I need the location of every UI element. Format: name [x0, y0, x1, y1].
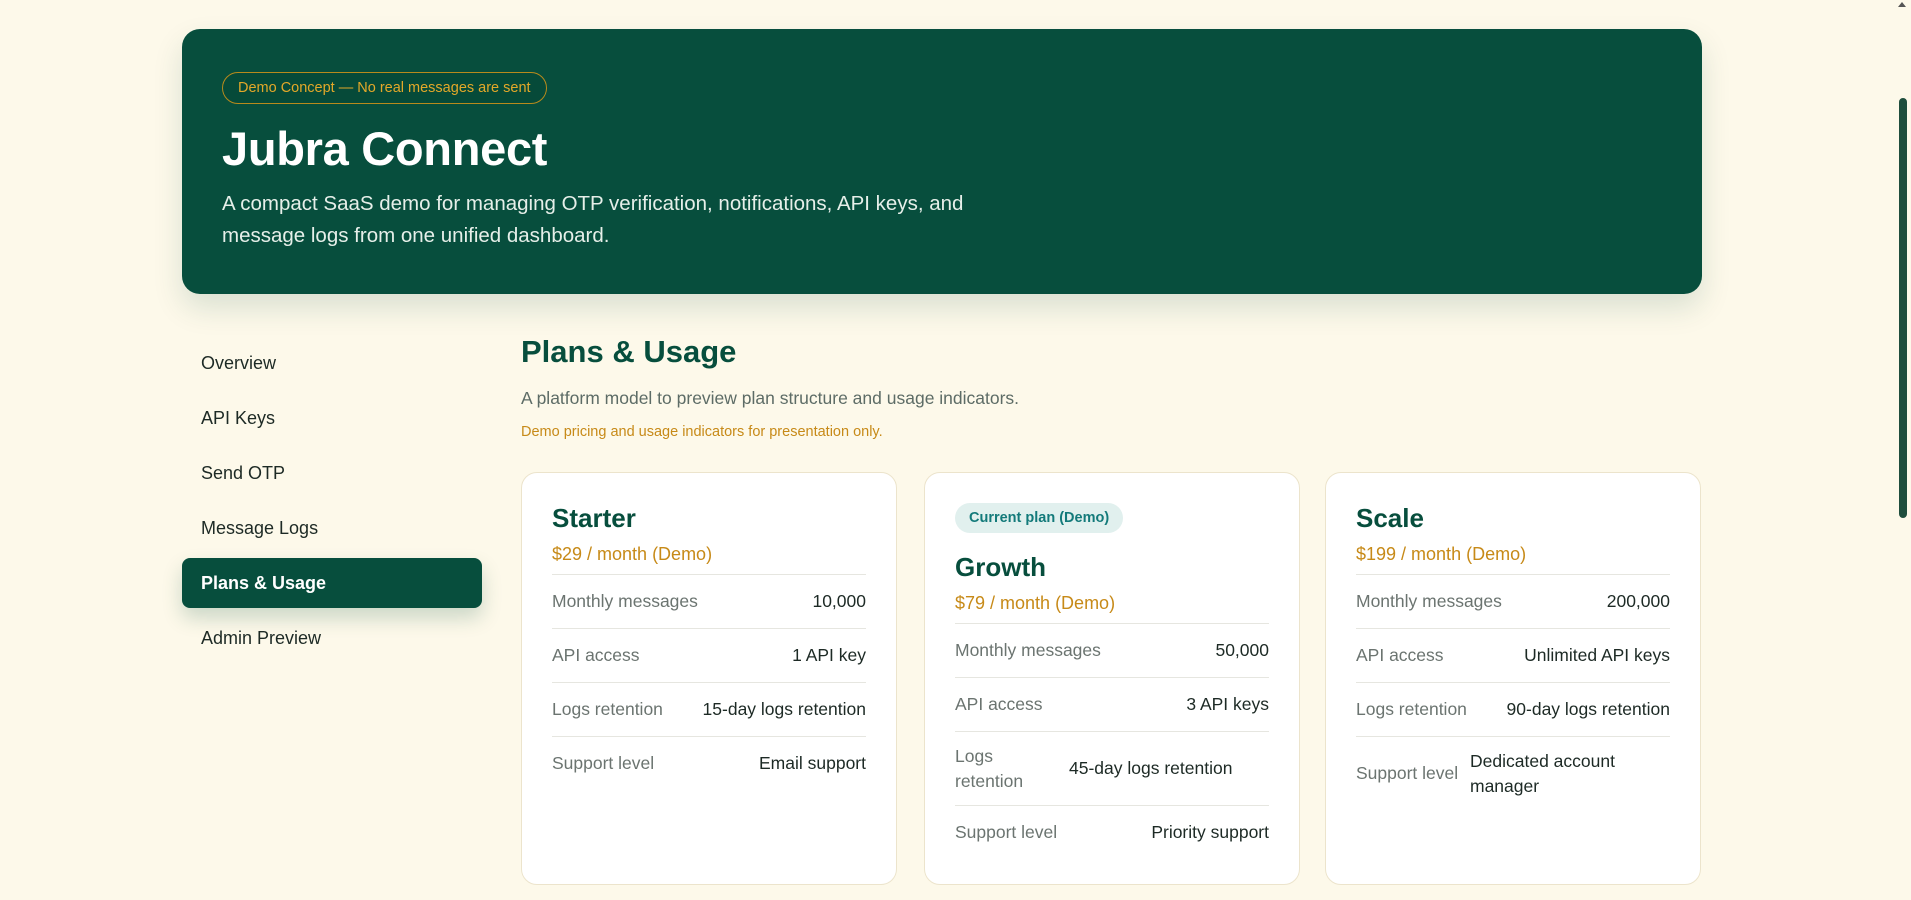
row-value: Unlimited API keys [1524, 645, 1670, 665]
plan-row-support-level: Support level Priority support [955, 805, 1269, 859]
main-content: Plans & Usage A platform model to previe… [521, 334, 1703, 885]
row-label: Logs retention [1356, 699, 1467, 719]
row-label: API access [552, 645, 640, 665]
sidebar-item-plans-usage[interactable]: Plans & Usage [182, 558, 482, 608]
plan-card-scale[interactable]: Scale $199 / month (Demo) Monthly messag… [1325, 472, 1701, 885]
row-label: Monthly messages [1356, 591, 1502, 611]
page-title: Plans & Usage [521, 334, 737, 369]
row-value: 10,000 [812, 591, 866, 611]
row-label: Logs retention [955, 745, 1024, 791]
plan-row-monthly-messages: Monthly messages 200,000 [1356, 574, 1670, 628]
row-label: Logs retention [552, 699, 663, 719]
row-label: Monthly messages [552, 591, 698, 611]
row-label: API access [1356, 645, 1444, 665]
row-label: Support level [552, 753, 655, 773]
app-title: Jubra Connect [222, 122, 548, 175]
row-value: Dedicated account manager [1470, 750, 1615, 796]
row-value: 15-day logs retention [702, 699, 866, 719]
plan-cards: Starter $29 / month (Demo) Monthly messa… [521, 472, 1703, 885]
row-value: 90-day logs retention [1506, 699, 1670, 719]
plan-row-logs-retention: Logs retention 15-day logs retention [552, 682, 866, 736]
sidebar-item-send-otp[interactable]: Send OTP [182, 448, 482, 498]
plan-row-api-access: API access Unlimited API keys [1356, 628, 1670, 682]
plan-row-logs-retention: Logs retention 45-day logs retention [955, 731, 1269, 805]
app-subtitle: A compact SaaS demo for managing OTP ver… [222, 192, 964, 247]
plan-row-support-level: Support level Email support [552, 736, 866, 790]
row-label: API access [955, 694, 1043, 714]
sidebar-item-api-keys[interactable]: API Keys [182, 393, 482, 443]
plan-row-api-access: API access 3 API keys [955, 677, 1269, 731]
row-label: Support level [955, 822, 1058, 842]
sidebar-item-message-logs[interactable]: Message Logs [182, 503, 482, 553]
row-value: 200,000 [1606, 591, 1670, 611]
demo-pricing-note: Demo pricing and usage indicators for pr… [521, 424, 883, 440]
row-label: Support level [1356, 763, 1459, 783]
sidebar-item-overview[interactable]: Overview [182, 338, 482, 388]
scroll-up-arrow-icon[interactable] [1898, 2, 1906, 7]
plan-row-monthly-messages: Monthly messages 10,000 [552, 574, 866, 628]
page-description: A platform model to preview plan structu… [521, 388, 1020, 408]
plan-name: Starter [552, 503, 636, 533]
plan-row-api-access: API access 1 API key [552, 628, 866, 682]
row-value: 1 API key [792, 645, 866, 665]
plan-card-starter[interactable]: Starter $29 / month (Demo) Monthly messa… [521, 472, 897, 885]
plan-name: Growth [955, 552, 1046, 582]
plan-price: $199 / month (Demo) [1356, 544, 1527, 564]
plan-row-monthly-messages: Monthly messages 50,000 [955, 623, 1269, 677]
sidebar-item-admin-preview[interactable]: Admin Preview [182, 613, 482, 663]
scrollbar-thumb[interactable] [1899, 98, 1907, 518]
row-value: 3 API keys [1186, 694, 1269, 714]
plan-price: $79 / month (Demo) [955, 593, 1116, 613]
plan-card-growth[interactable]: Current plan (Demo) Growth $79 / month (… [924, 472, 1300, 885]
row-value: 45-day logs retention [1069, 758, 1233, 778]
plan-row-logs-retention: Logs retention 90-day logs retention [1356, 682, 1670, 736]
demo-concept-badge: Demo Concept — No real messages are sent [222, 72, 547, 104]
page-scrollbar[interactable] [1893, 0, 1911, 900]
plan-name: Scale [1356, 503, 1424, 533]
row-value: 50,000 [1215, 640, 1269, 660]
row-value: Email support [759, 753, 866, 773]
plan-row-support-level: Support level Dedicated account manager [1356, 736, 1670, 810]
sidebar-nav: Overview API Keys Send OTP Message Logs … [182, 338, 482, 668]
current-plan-badge: Current plan (Demo) [955, 503, 1124, 533]
plan-price: $29 / month (Demo) [552, 544, 713, 564]
row-value: Priority support [1151, 822, 1269, 842]
row-label: Monthly messages [955, 640, 1101, 660]
hero-banner: Demo Concept — No real messages are sent… [182, 29, 1702, 294]
